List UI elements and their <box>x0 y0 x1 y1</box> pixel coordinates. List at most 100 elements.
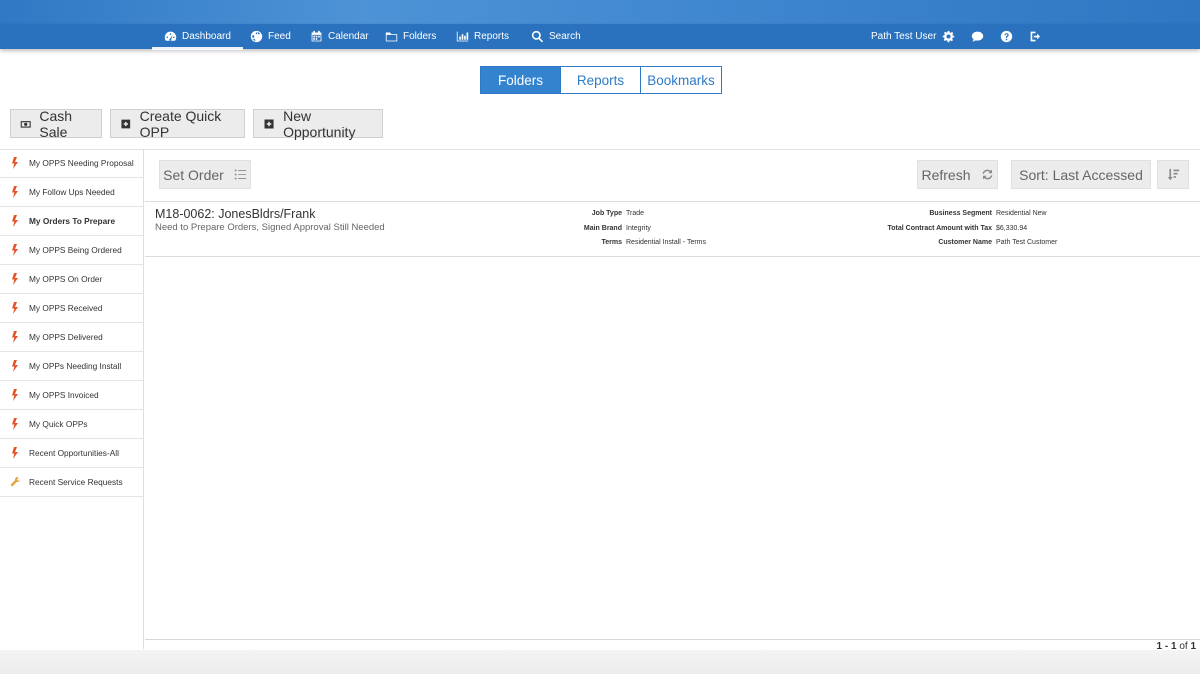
field-job-type-value: Trade <box>626 210 645 217</box>
globe-icon <box>250 30 263 43</box>
button-label: Refresh <box>921 166 971 183</box>
refresh-button[interactable]: Refresh <box>917 160 998 189</box>
sidebar-item-label: My Follow Ups Needed <box>29 187 115 197</box>
nav-label: Feed <box>268 31 291 42</box>
nav-label: Calendar <box>328 31 369 42</box>
set-order-button[interactable]: Set Order <box>159 160 251 189</box>
sort-direction-button[interactable] <box>1157 160 1189 189</box>
folder-sidebar: My OPPS Needing Proposal My Follow Ups N… <box>0 149 144 649</box>
view-tabs: Folders Reports Bookmarks <box>480 66 722 94</box>
tab-folders[interactable]: Folders <box>480 66 561 94</box>
sidebar-item-needing-proposal[interactable]: My OPPS Needing Proposal <box>0 149 144 178</box>
sidebar-item-on-order[interactable]: My OPPS On Order <box>0 265 144 294</box>
sidebar-item-recent-opportunities[interactable]: Recent Opportunities-All <box>0 439 144 468</box>
create-quick-opp-button[interactable]: Create Quick OPP <box>110 107 245 140</box>
field-key: Job Type <box>591 210 622 217</box>
sidebar-item-label: My OPPS On Order <box>29 274 103 284</box>
nav-label: Dashboard <box>182 31 231 42</box>
button-label: New Opportunity <box>283 107 356 140</box>
bolt-icon <box>12 360 18 372</box>
button-label: Cash Sale <box>39 107 73 140</box>
folder-icon <box>385 32 398 42</box>
nav-search[interactable]: Search <box>531 24 581 49</box>
bar-chart-icon <box>456 31 469 42</box>
sidebar-item-quick-opps[interactable]: My Quick OPPs <box>0 410 144 439</box>
nav-calendar[interactable]: Calendar <box>310 24 369 49</box>
sidebar-item-needing-install[interactable]: My OPPs Needing Install <box>0 352 144 381</box>
field-key: Business Segment <box>929 210 992 217</box>
table-row[interactable]: M18-0062: JonesBldrs/Frank Need to Prepa… <box>145 201 1200 257</box>
nav-label: Reports <box>474 31 510 42</box>
field-key: Terms <box>601 239 623 246</box>
sidebar-item-follow-ups[interactable]: My Follow Ups Needed <box>0 178 144 207</box>
sort-icon <box>1167 168 1179 181</box>
sidebar-item-orders-to-prepare[interactable]: My Orders To Prepare <box>0 207 144 236</box>
field-key: Total Contract Amount with Tax <box>887 225 992 232</box>
nav-reports[interactable]: Reports <box>456 24 509 49</box>
field-key: Main Brand <box>583 225 622 232</box>
button-label: Set Order <box>163 166 224 183</box>
bottom-bar <box>0 650 1200 674</box>
sidebar-item-label: My OPPS Being Ordered <box>29 245 122 255</box>
divider <box>0 149 1200 150</box>
bolt-icon <box>12 157 18 169</box>
field-main-brand-value: Integrity <box>626 225 651 232</box>
sidebar-item-label: Recent Service Requests <box>29 477 123 487</box>
cash-sale-button[interactable]: Cash Sale <box>10 107 102 140</box>
sidebar-item-label: My OPPS Delivered <box>29 332 103 342</box>
sidebar-item-invoiced[interactable]: My OPPS Invoiced <box>0 381 144 410</box>
bolt-icon <box>12 418 18 430</box>
sidebar-item-label: My Orders To Prepare <box>29 216 116 226</box>
logout-icon[interactable] <box>1029 30 1042 43</box>
sidebar-item-label: Recent Opportunities-All <box>29 448 119 458</box>
record-status: Need to Prepare Orders, Signed Approval … <box>155 222 385 233</box>
bolt-icon <box>12 273 18 285</box>
nav-folders[interactable]: Folders <box>385 24 436 49</box>
field-customer-name-value: Path Test Customer <box>996 239 1058 246</box>
help-icon[interactable] <box>1000 30 1013 43</box>
bolt-icon <box>12 215 18 227</box>
bolt-icon <box>12 302 18 314</box>
divider <box>145 639 1200 640</box>
record-title[interactable]: M18-0062: JonesBldrs/Frank <box>155 207 316 221</box>
button-label: Sort: Last Accessed <box>1019 166 1143 183</box>
top-strip <box>0 0 1200 24</box>
field-terms-value: Residential Install - Terms <box>626 239 707 246</box>
sidebar-item-label: My OPPS Received <box>29 303 103 313</box>
wrench-icon <box>10 477 20 487</box>
user-name[interactable]: Path Test User <box>871 24 936 49</box>
main-navbar: Dashboard Feed Calendar Folders Reports … <box>0 24 1200 50</box>
sidebar-item-label: My OPPS Needing Proposal <box>29 158 134 168</box>
new-opportunity-button[interactable]: New Opportunity <box>253 107 383 140</box>
refresh-icon <box>982 169 992 180</box>
plus-square-icon <box>264 118 274 129</box>
dashboard-icon <box>164 31 177 41</box>
bolt-icon <box>12 331 18 343</box>
ordered-list-icon <box>234 169 247 180</box>
tab-reports[interactable]: Reports <box>561 66 641 94</box>
chat-icon[interactable] <box>971 30 984 43</box>
sidebar-item-label: My Quick OPPs <box>29 419 88 429</box>
search-icon <box>531 30 544 43</box>
button-label: Create Quick OPP <box>139 107 222 140</box>
sidebar-item-being-ordered[interactable]: My OPPS Being Ordered <box>0 236 144 265</box>
sidebar-item-recent-service-requests[interactable]: Recent Service Requests <box>0 468 144 497</box>
bolt-icon <box>12 186 18 198</box>
field-business-segment-value: Residential New <box>996 210 1047 217</box>
plus-square-icon <box>121 119 131 128</box>
calendar-icon <box>311 30 322 42</box>
tab-bookmarks[interactable]: Bookmarks <box>641 66 722 94</box>
gear-icon[interactable] <box>942 30 955 43</box>
nav-dashboard[interactable]: Dashboard <box>152 24 243 50</box>
sort-button[interactable]: Sort: Last Accessed <box>1011 160 1151 189</box>
nav-feed[interactable]: Feed <box>250 24 291 49</box>
sidebar-item-label: My OPPs Needing Install <box>29 361 122 371</box>
sidebar-item-received[interactable]: My OPPS Received <box>0 294 144 323</box>
field-total-contract-value: $6,330.94 <box>996 225 1028 232</box>
sidebar-item-label: My OPPS Invoiced <box>29 390 99 400</box>
bolt-icon <box>12 244 18 256</box>
sidebar-item-delivered[interactable]: My OPPS Delivered <box>0 323 144 352</box>
bolt-icon <box>12 447 18 459</box>
bolt-icon <box>12 389 18 401</box>
field-key: Customer Name <box>938 239 992 246</box>
